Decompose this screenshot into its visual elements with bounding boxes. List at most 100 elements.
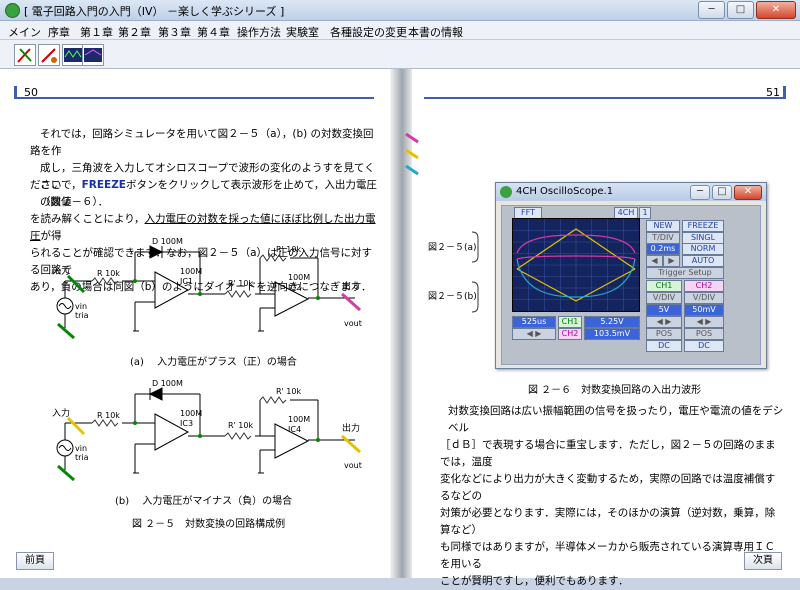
oscilloscope-tool-icon[interactable] <box>62 44 84 66</box>
menu-chapter2[interactable]: 第２章 <box>118 24 151 40</box>
circuit-b-diagram: 入力 R 10k D 100M 100M IC3 R' 10k R' 10k 1… <box>52 379 362 482</box>
app-icon <box>500 186 512 198</box>
cursor-steppers[interactable]: ◀ ▶ <box>512 328 556 340</box>
tdiv-value[interactable]: 0.2ms <box>646 243 680 255</box>
circuit-label: R' 10k <box>276 387 301 396</box>
circuit-label: vout <box>344 319 362 328</box>
circuit-label: 100M <box>180 409 202 418</box>
prev-page-button[interactable]: 前頁 <box>16 552 54 570</box>
text-line: それでは，回路シミュレータを用いて図２－５（a），(b) の対数変換回路を作 <box>30 128 374 157</box>
circuit-label: R' 10k <box>228 279 253 288</box>
osc-maximize-button[interactable]: □ <box>712 185 732 200</box>
oscilloscope-tool-2-icon[interactable] <box>82 44 104 66</box>
circuit-label: IC2 <box>288 283 301 292</box>
circuit-label: IC4 <box>288 425 301 434</box>
menu-operation[interactable]: 操作方法 <box>237 24 281 40</box>
oscilloscope-title-bar: 4CH OscilloScope.1 ─ □ ✕ <box>496 183 766 201</box>
text-line: ことが賢明ですし，便利でもあります． <box>440 575 629 587</box>
probe-tool-2-icon[interactable] <box>38 44 60 66</box>
toolbar <box>0 40 800 69</box>
probe-tool-icon[interactable] <box>14 44 36 66</box>
right-paragraph: 対数変換回路は広い振幅範囲の信号を扱ったり，電圧や電流の値をデシベル ［ｄＢ］で… <box>440 403 785 590</box>
osc-close-button[interactable]: ✕ <box>734 185 762 200</box>
menu-chapter3[interactable]: 第３章 <box>158 24 191 40</box>
tdiv-down-button[interactable]: ◀ <box>646 255 663 267</box>
channel-select-button[interactable]: 1 <box>639 207 651 219</box>
circuit-label: 出力 <box>342 280 360 292</box>
title-bar: [ 電子回路入門の入門（IV） －楽しく学ぶシリーズ ] ─ □ ✕ <box>0 0 800 21</box>
ch2-dc-button[interactable]: DC <box>684 340 724 352</box>
circuit-label: vout <box>344 461 362 470</box>
page-marker <box>783 86 786 98</box>
circuit-label: 100M <box>288 273 310 282</box>
circuit-label: vin <box>75 444 87 453</box>
circuit-label: 100M <box>180 267 202 276</box>
minimize-button[interactable]: ─ <box>698 1 725 19</box>
right-page-number: 51 <box>766 86 780 99</box>
text-line: 変化などにより出力が大きく変動するため，実際の回路では温度補償するなどの <box>440 473 776 502</box>
circuit-label: R 10k <box>97 269 120 278</box>
circuit-label: 出力 <box>342 422 360 434</box>
next-page-button[interactable]: 次頁 <box>744 552 782 570</box>
ch2-vdiv-value[interactable]: 50mV <box>684 304 724 316</box>
left-header-rule <box>14 97 374 99</box>
text-line: 対策が必要となります．実際には，そのほかの演算（逆対数，乗算，除算など） <box>440 507 776 536</box>
trigger-setup-button[interactable]: Trigger Setup <box>646 267 724 279</box>
ch2-button[interactable]: CH2 <box>684 280 724 292</box>
cursor-ch1-label: CH1 <box>558 316 582 328</box>
circuit-label: 100M <box>288 415 310 424</box>
ch1-vdiv-steppers[interactable]: ◀ ▶ <box>646 316 682 328</box>
circuit-label: D 100M <box>152 379 183 388</box>
window-title: [ 電子回路入門の入門（IV） －楽しく学ぶシリーズ ] <box>24 5 285 18</box>
menu-lab[interactable]: 実験室 <box>286 24 319 40</box>
ch1-pos-label: POS <box>646 328 682 340</box>
maximize-button[interactable]: □ <box>727 1 754 19</box>
circuit-label: tria <box>75 453 89 462</box>
normal-button[interactable]: NORM <box>682 243 724 255</box>
menu-chapter4[interactable]: 第４章 <box>197 24 230 40</box>
ch1-button[interactable]: CH1 <box>646 280 682 292</box>
menu-about[interactable]: 本書の情報 <box>408 24 463 40</box>
right-header-rule <box>424 97 786 99</box>
cursor-time-value: 525us <box>512 316 556 328</box>
circuit-label: 入力 <box>52 265 70 277</box>
tdiv-up-button[interactable]: ▶ <box>663 255 680 267</box>
ch2-vdiv-label: V/DIV <box>684 292 724 304</box>
oscilloscope-panel: FFT 4CH 1 NEW FREEZE T/DIV 0.2ms ◀ ▶ SIN… <box>501 205 761 365</box>
menu-prologue[interactable]: 序章 <box>48 24 70 40</box>
figure-2-5-caption: 図 ２－５ 対数変換の回路構成例 <box>132 519 286 530</box>
osc-minimize-button[interactable]: ─ <box>690 185 710 200</box>
freeze-keyword: FREEZE <box>81 179 126 191</box>
circuit-label: R' 10k <box>276 245 301 254</box>
cursor-ch1-value: 5.25V <box>584 316 640 328</box>
caption-a: (a) 入力電圧がプラス（正）の場合 <box>130 357 297 368</box>
oscilloscope-window[interactable]: 4CH OscilloScope.1 ─ □ ✕ FFT 4CH 1 NEW F… <box>495 182 767 369</box>
auto-button[interactable]: AUTO <box>682 255 724 267</box>
ch2-pos-label: POS <box>684 328 724 340</box>
scope-waveform <box>513 219 639 311</box>
circuit-label: R 10k <box>97 411 120 420</box>
circuit-label: 入力 <box>52 407 70 419</box>
close-button[interactable]: ✕ <box>756 1 796 19</box>
circuit-a-diagram: 入力 R 10k D 100M 100M IC1 R' 10k R' 10k 1… <box>52 237 362 340</box>
menu-chapter1[interactable]: 第１章 <box>80 24 113 40</box>
ch2-vdiv-steppers[interactable]: ◀ ▶ <box>684 316 724 328</box>
freeze-button[interactable]: FREEZE <box>682 220 724 232</box>
text-line: 対数変換回路は広い振幅範囲の信号を扱ったり，電圧や電流の値をデシベル <box>448 405 784 434</box>
figure-2-6-caption: 図 ２－６ 対数変換回路の入出力波形 <box>528 385 702 396</box>
cursor-ch2-value: 103.5mV <box>584 328 640 340</box>
ch1-vdiv-value[interactable]: 5V <box>646 304 682 316</box>
circuit-label: IC1 <box>180 277 193 286</box>
menu-main[interactable]: メイン <box>8 24 41 40</box>
menu-bar: メイン 序章 第１章 第２章 第３章 第４章 操作方法 実験室 各種設定の変更 … <box>0 21 800 40</box>
ch1-vdiv-label: V/DIV <box>646 292 682 304</box>
scope-screen <box>512 218 640 312</box>
text-span: ここで， <box>40 179 82 191</box>
new-button[interactable]: NEW <box>646 220 680 232</box>
circuit-label: D 100M <box>152 237 183 246</box>
bracket-marks <box>471 231 479 313</box>
caption-b: (b) 入力電圧がマイナス（負）の場合 <box>115 496 293 507</box>
ch1-dc-button[interactable]: DC <box>646 340 682 352</box>
menu-settings[interactable]: 各種設定の変更 <box>330 24 407 40</box>
oscilloscope-title: 4CH OscilloScope.1 <box>516 186 614 197</box>
